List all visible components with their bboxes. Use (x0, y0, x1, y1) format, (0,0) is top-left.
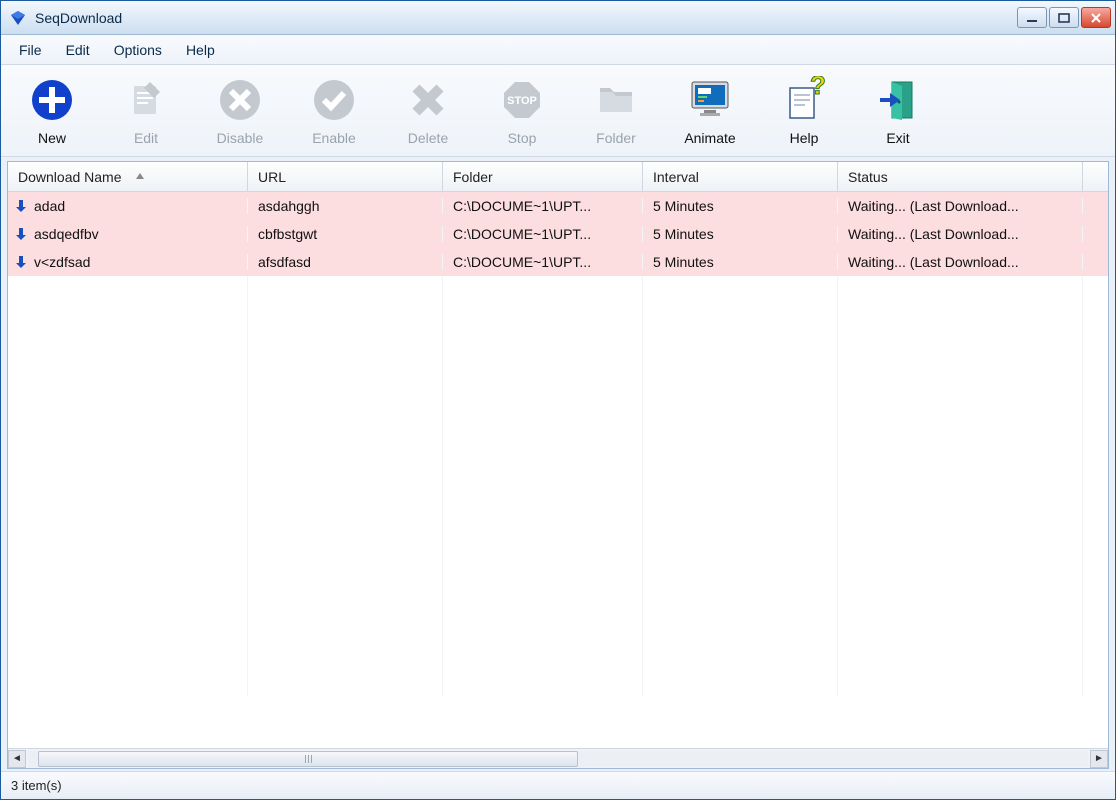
scroll-thumb[interactable] (38, 751, 578, 767)
folder-label: Folder (596, 130, 636, 146)
column-interval[interactable]: Interval (643, 162, 838, 191)
download-arrow-icon (14, 255, 28, 269)
table-row[interactable]: adad asdahggh C:\DOCUME~1\UPT... 5 Minut… (8, 192, 1108, 220)
row-url: cbfbstgwt (248, 226, 443, 242)
download-arrow-icon (14, 199, 28, 213)
row-url: afsdfasd (248, 254, 443, 270)
svg-text:?: ? (810, 76, 826, 100)
column-status[interactable]: Status (838, 162, 1083, 191)
stop-sign-icon: STOP (498, 76, 546, 124)
help-button[interactable]: ? Help (757, 67, 851, 155)
list-view: Download Name URL Folder Interval Status… (7, 161, 1109, 769)
download-arrow-icon (14, 227, 28, 241)
scroll-right-button[interactable]: ► (1090, 750, 1108, 768)
x-icon (404, 76, 452, 124)
column-folder[interactable]: Folder (443, 162, 643, 191)
statusbar: 3 item(s) (1, 771, 1115, 799)
edit-button[interactable]: Edit (99, 67, 193, 155)
row-folder: C:\DOCUME~1\UPT... (443, 198, 643, 214)
edit-label: Edit (134, 130, 158, 146)
delete-button[interactable]: Delete (381, 67, 475, 155)
menu-options[interactable]: Options (102, 38, 174, 62)
folder-button[interactable]: Folder (569, 67, 663, 155)
stop-button[interactable]: STOP Stop (475, 67, 569, 155)
scroll-track[interactable] (28, 751, 1088, 767)
folder-icon (592, 76, 640, 124)
row-status: Waiting... (Last Download... (838, 198, 1083, 214)
table-body[interactable]: adad asdahggh C:\DOCUME~1\UPT... 5 Minut… (8, 192, 1108, 748)
disable-label: Disable (217, 130, 264, 146)
window-controls (1017, 7, 1111, 28)
animate-button[interactable]: Animate (663, 67, 757, 155)
disable-button[interactable]: Disable (193, 67, 287, 155)
exit-label: Exit (886, 130, 909, 146)
table-row[interactable]: asdqedfbv cbfbstgwt C:\DOCUME~1\UPT... 5… (8, 220, 1108, 248)
enable-label: Enable (312, 130, 356, 146)
row-folder: C:\DOCUME~1\UPT... (443, 254, 643, 270)
menu-file[interactable]: File (7, 38, 54, 62)
exit-door-icon (874, 76, 922, 124)
stop-label: Stop (508, 130, 537, 146)
column-url[interactable]: URL (248, 162, 443, 191)
row-status: Waiting... (Last Download... (838, 254, 1083, 270)
enable-button[interactable]: Enable (287, 67, 381, 155)
row-status: Waiting... (Last Download... (838, 226, 1083, 242)
row-interval: 5 Minutes (643, 198, 838, 214)
row-name: adad (34, 198, 65, 214)
status-text: 3 item(s) (11, 778, 62, 793)
table-header: Download Name URL Folder Interval Status (8, 162, 1108, 192)
monitor-icon (686, 76, 734, 124)
table-row[interactable]: v<zdfsad afsdfasd C:\DOCUME~1\UPT... 5 M… (8, 248, 1108, 276)
help-icon: ? (780, 76, 828, 124)
titlebar[interactable]: SeqDownload (1, 1, 1115, 35)
row-folder: C:\DOCUME~1\UPT... (443, 226, 643, 242)
new-button[interactable]: New (5, 67, 99, 155)
row-name: v<zdfsad (34, 254, 90, 270)
row-interval: 5 Minutes (643, 254, 838, 270)
close-button[interactable] (1081, 7, 1111, 28)
row-url: asdahggh (248, 198, 443, 214)
svg-text:STOP: STOP (507, 95, 537, 107)
animate-label: Animate (684, 130, 735, 146)
menu-edit[interactable]: Edit (54, 38, 102, 62)
new-label: New (38, 130, 66, 146)
menu-help[interactable]: Help (174, 38, 227, 62)
delete-label: Delete (408, 130, 448, 146)
exit-button[interactable]: Exit (851, 67, 945, 155)
toolbar: New Edit Disable Enable Delete (1, 65, 1115, 157)
app-window: SeqDownload File Edit Options Help New (0, 0, 1116, 800)
scroll-left-button[interactable]: ◄ (8, 750, 26, 768)
column-download-name[interactable]: Download Name (8, 162, 248, 191)
x-circle-icon (216, 76, 264, 124)
edit-document-icon (122, 76, 170, 124)
plus-circle-icon (28, 76, 76, 124)
horizontal-scrollbar[interactable]: ◄ ► (8, 748, 1108, 768)
app-icon (9, 9, 27, 27)
menubar: File Edit Options Help (1, 35, 1115, 65)
row-interval: 5 Minutes (643, 226, 838, 242)
maximize-button[interactable] (1049, 7, 1079, 28)
row-name: asdqedfbv (34, 226, 99, 242)
window-title: SeqDownload (35, 10, 1017, 26)
minimize-button[interactable] (1017, 7, 1047, 28)
help-label: Help (790, 130, 819, 146)
check-circle-icon (310, 76, 358, 124)
empty-grid (8, 276, 1108, 696)
